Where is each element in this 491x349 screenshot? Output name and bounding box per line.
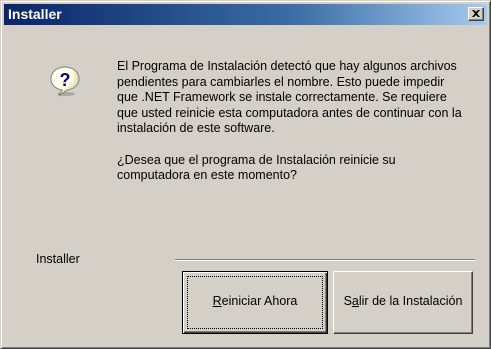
close-button[interactable] (468, 7, 484, 21)
restart-now-label: Reiniciar Ahora (212, 294, 298, 308)
window-title: Installer (8, 6, 62, 22)
group-label: Installer (36, 252, 80, 266)
exit-installation-label: Salir de la Instalación (343, 294, 463, 308)
restart-now-button[interactable]: Reiniciar Ahora (182, 271, 328, 334)
exit-installation-button[interactable]: Salir de la Instalación (333, 271, 473, 334)
title-bar[interactable]: Installer (4, 4, 487, 25)
installer-dialog: Installer ? El Programa de Instalación d… (0, 0, 491, 349)
message-paragraph-2: ¿Desea que el programa de Instalación re… (117, 152, 396, 183)
close-icon (472, 10, 480, 17)
svg-text:?: ? (60, 70, 71, 90)
dialog-message: El Programa de Instalación detectó que h… (117, 59, 467, 184)
question-icon: ? (49, 65, 81, 100)
message-paragraph-1: El Programa de Instalación detectó que h… (117, 59, 462, 135)
group-divider (175, 259, 475, 261)
